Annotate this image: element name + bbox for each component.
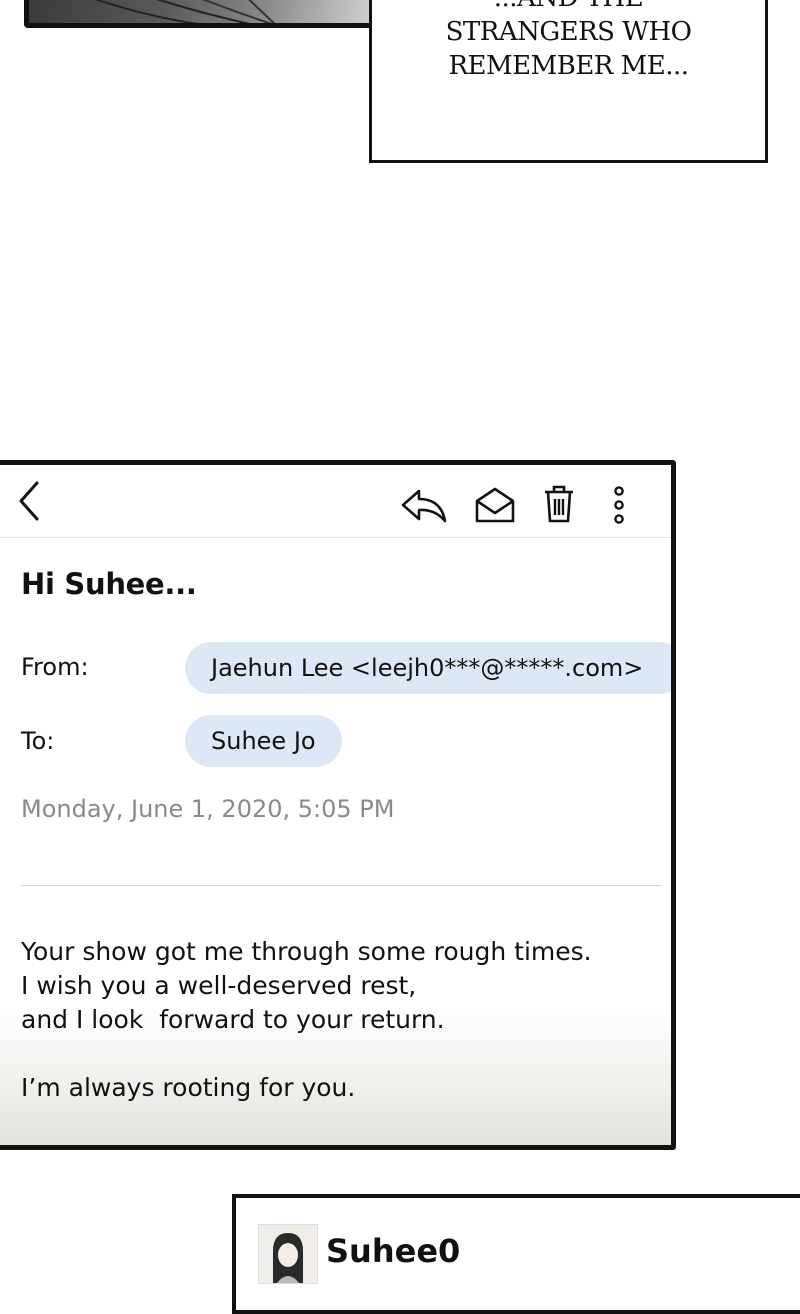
email-toolbar	[0, 465, 671, 538]
caption-line: ...AND THE	[372, 0, 765, 15]
divider	[21, 885, 661, 886]
from-chip[interactable]: Jaehun Lee <leejh0***@*****.com>	[185, 642, 671, 694]
to-label: To:	[21, 727, 55, 755]
caption-line: STRANGERS WHO	[445, 17, 692, 47]
caption-box: ...AND THE STRANGERS WHO REMEMBER ME...	[369, 0, 768, 163]
email-screen: Hi Suhee... From: Jaehun Lee <leejh0***@…	[0, 460, 676, 1150]
comic-panel-fragment	[24, 0, 374, 28]
body-line: Your show got me through some rough time…	[21, 937, 592, 966]
body-line: I wish you a well-deserved rest,	[21, 971, 417, 1000]
more-vertical-icon[interactable]	[611, 485, 627, 529]
envelope-open-icon[interactable]	[473, 485, 517, 529]
from-label: From:	[21, 653, 89, 681]
email-subject: Hi Suhee...	[21, 567, 197, 601]
reply-icon[interactable]	[399, 485, 451, 529]
caption-line: REMEMBER ME...	[448, 51, 689, 81]
email-body: Your show got me through some rough time…	[21, 935, 592, 1105]
body-line: and I look forward to your return.	[21, 1005, 445, 1034]
to-chip[interactable]: Suhee Jo	[185, 715, 342, 767]
email-date: Monday, June 1, 2020, 5:05 PM	[21, 795, 395, 823]
chevron-left-icon[interactable]	[13, 479, 43, 527]
profile-panel: Suhee0	[232, 1194, 800, 1314]
body-line	[21, 1037, 592, 1071]
username: Suhee0	[326, 1232, 461, 1270]
comic-artwork	[94, 0, 276, 23]
body-line: I’m always rooting for you.	[21, 1073, 356, 1102]
trash-icon[interactable]	[541, 483, 577, 529]
avatar	[258, 1224, 318, 1284]
